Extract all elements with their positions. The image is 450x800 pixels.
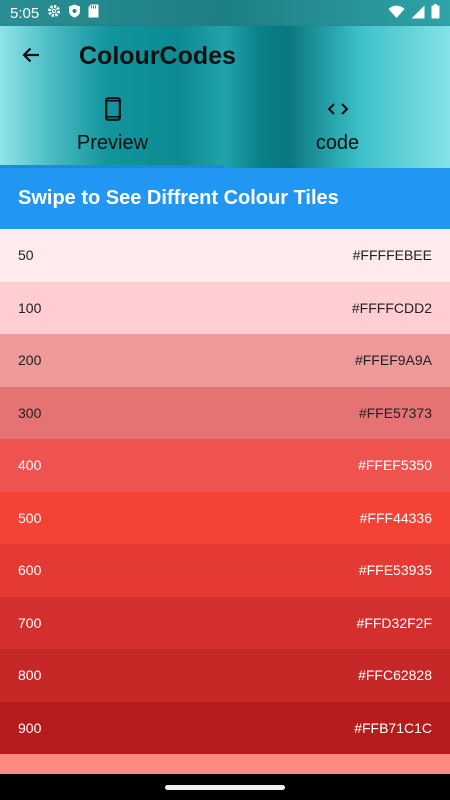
colour-shade-label: 800 [18, 667, 42, 684]
app-bar: ColourCodes Preview code [0, 26, 450, 168]
colour-hex-code: #FFB71C1C [354, 719, 432, 736]
colour-shade-label: 900 [18, 719, 42, 736]
colour-row[interactable]: 700 #FFD32F2F [0, 596, 450, 649]
phone-icon [104, 96, 121, 122]
colour-shade-label: 700 [18, 614, 42, 631]
colour-hex-code: #FFEF5350 [358, 457, 432, 474]
battery-icon [431, 4, 440, 24]
colour-row[interactable]: 900 #FFB71C1C [0, 701, 450, 754]
wifi-icon [388, 5, 405, 24]
colour-row[interactable]: 100 #FFFFCDD2 [0, 281, 450, 334]
colour-hex-code: #FFE57373 [358, 404, 432, 421]
status-bar: 5:05 [0, 0, 450, 26]
colour-hex-code: #FFD32F2F [356, 614, 432, 631]
colour-row[interactable]: 600 #FFE53935 [0, 544, 450, 597]
gear-icon [47, 4, 61, 23]
arrow-back-icon [21, 45, 41, 70]
colour-row[interactable]: 200 #FFEF9A9A [0, 334, 450, 387]
tab-code-label: code [315, 132, 360, 154]
tab-preview-label: Preview [76, 132, 149, 154]
colour-row[interactable]: 500 #FFF44336 [0, 491, 450, 544]
colour-shade-label: 400 [18, 457, 42, 474]
colour-row[interactable]: 300 #FFE57373 [0, 386, 450, 439]
status-notification-icons [47, 4, 99, 23]
colour-list: 50 #FFFFEBEE 100 #FFFFCDD2 200 #FFEF9A9A 300 #F… [0, 229, 450, 754]
colour-row[interactable]: 800 #FFC62828 [0, 649, 450, 702]
colour-hex-code: #FFC62828 [358, 667, 432, 684]
status-time: 5:05 [10, 4, 40, 22]
app-title: ColourCodes [79, 42, 236, 70]
colour-shade-label: 600 [18, 562, 42, 579]
tab-code[interactable]: code [225, 90, 450, 168]
colour-row[interactable]: 400 #FFEF5350 [0, 439, 450, 492]
sd-card-icon [88, 4, 99, 23]
tab-preview[interactable]: Preview [0, 90, 225, 168]
colour-shade-label: 50 [18, 247, 34, 264]
colour-hex-code: #FFFFCDD2 [351, 299, 432, 316]
swipe-hint-banner: Swipe to See Diffrent Colour Tiles [0, 168, 450, 229]
colour-hex-code: #FFE53935 [358, 562, 432, 579]
colour-shade-label: 100 [18, 299, 42, 316]
swipe-hint-text: Swipe to See Diffrent Colour Tiles [18, 187, 339, 209]
back-button[interactable] [14, 40, 48, 74]
status-system-icons [388, 4, 440, 24]
navigation-bar [0, 774, 450, 800]
code-icon [327, 96, 349, 122]
colour-shade-label: 500 [18, 509, 42, 526]
shield-icon [68, 4, 81, 23]
colour-row[interactable]: 50 #FFFFEBEE [0, 229, 450, 282]
colour-shade-label: 200 [18, 352, 42, 369]
signal-icon [411, 5, 425, 24]
colour-shade-label: 300 [18, 404, 42, 421]
colour-hex-code: #FFFFEBEE [352, 247, 432, 264]
colour-hex-code: #FFEF9A9A [354, 352, 432, 369]
tab-bar: Preview code [0, 90, 450, 168]
home-gesture-handle[interactable] [165, 785, 285, 790]
colour-hex-code: #FFF44336 [359, 509, 432, 526]
